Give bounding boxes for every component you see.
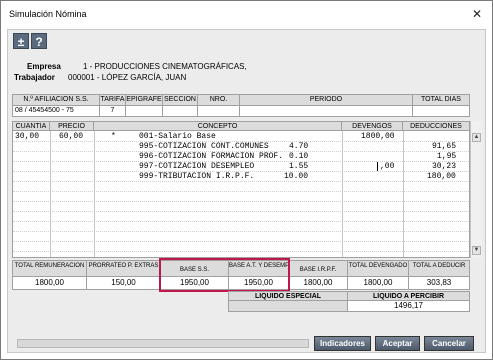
total-devengado-header: TOTAL DEVENGADO	[347, 260, 409, 277]
payroll-simulation-window: Simulación Nómina ✕ ± ? Empresa 1 - PROD…	[0, 0, 493, 360]
trabajador-value: 000001 - LÓPEZ GARCÍA, JUAN	[68, 73, 187, 82]
row-4-pct: 10.00	[284, 172, 309, 181]
total-dias-value[interactable]	[412, 105, 470, 117]
total-deducir-value: 303,83	[408, 276, 470, 290]
row-2-deducciones: 1,95	[437, 152, 457, 161]
text-cursor	[377, 162, 378, 171]
aceptar-button[interactable]: Aceptar	[375, 336, 420, 351]
row-0-cuantia: 30,00	[15, 132, 40, 141]
trabajador-label: Trabajador	[14, 73, 55, 82]
row-3-pct: 1.55	[289, 162, 309, 171]
scroll-down-icon[interactable]: ▼	[472, 246, 481, 255]
window-title: Simulación Nómina	[9, 9, 87, 19]
empresa-value: 1 - PRODUCCIONES CINEMATOGRÁFICAS,	[83, 62, 247, 71]
total-devengado-value: 1800,00	[347, 276, 409, 290]
row-3-devengos[interactable]: ,00	[380, 162, 394, 171]
bases-highlight	[159, 258, 290, 292]
cancelar-button[interactable]: Cancelar	[424, 336, 474, 351]
prorrateo-value: 150,00	[86, 276, 161, 290]
row-0-devengos: 1800,00	[361, 132, 395, 141]
periodo-value[interactable]	[239, 105, 413, 117]
close-icon[interactable]: ✕	[472, 7, 482, 21]
indicadores-button[interactable]: Indicadores	[314, 336, 371, 351]
total-remuneracion-header: TOTAL REMUNERACION	[12, 260, 87, 277]
nro-value[interactable]	[197, 105, 240, 117]
scroll-up-icon[interactable]: ▲	[472, 133, 481, 142]
row-3-concepto: 997-COTIZACION DESEMPLEO	[139, 162, 255, 171]
row-3-deducciones: 30,23	[432, 162, 457, 171]
progress-bar	[17, 339, 309, 348]
base-irpf-header: BASE I.R.P.F.	[288, 260, 348, 277]
afiliacion-value[interactable]: 08 / 45454500 - 75	[12, 105, 100, 117]
liquido-percibir-value: 1496,17	[347, 300, 470, 312]
row-1-pct: 4.70	[289, 142, 309, 151]
seccion-value[interactable]	[162, 105, 198, 117]
lines-scrollbar[interactable]: ▲ ▼	[470, 121, 482, 258]
liquido-especial-value	[228, 300, 348, 312]
epigrafe-value[interactable]	[125, 105, 163, 117]
empresa-label: Empresa	[27, 62, 61, 71]
total-deducir-header: TOTAL A DEDUCIR	[408, 260, 470, 277]
client-area: ± ? Empresa 1 - PRODUCCIONES CINEMATOGRÁ…	[7, 29, 486, 353]
help-button[interactable]: ?	[31, 33, 47, 49]
row-1-concepto: 995-COTIZACION CONT.COMUNES	[139, 142, 269, 151]
concept-lines-grid[interactable]: 30,00 60,00 * 001-Salario Base 1800,00 9…	[12, 130, 470, 258]
row-0-mark: *	[111, 132, 116, 141]
plus-minus-button[interactable]: ±	[13, 33, 29, 49]
title-bar: Simulación Nómina ✕	[1, 1, 492, 29]
row-0-concepto: 001-Salario Base	[139, 132, 216, 141]
row-1-deducciones: 91,65	[432, 142, 457, 151]
total-remuneracion-value: 1800,00	[12, 276, 87, 290]
row-4-deducciones: 180,00	[427, 172, 456, 181]
row-2-concepto: 996-COTIZACION FORMACION PROF.	[139, 152, 284, 161]
row-0-precio: 60,00	[59, 132, 84, 141]
tarifa-value[interactable]: 7	[99, 105, 126, 117]
prorrateo-header: PRORRATEO P. EXTRAS	[86, 260, 161, 277]
row-4-concepto: 999-TRIBUTACION I.R.P.F.	[139, 172, 255, 181]
base-irpf-value: 1800,00	[288, 276, 348, 290]
row-2-pct: 0.10	[289, 152, 309, 161]
